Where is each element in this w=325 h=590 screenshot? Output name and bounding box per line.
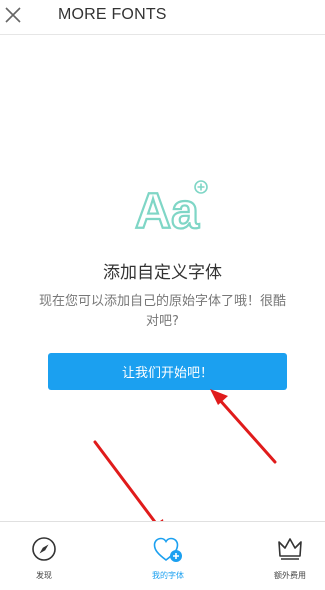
tab-discover-label: 发现 [36, 571, 52, 580]
tab-my-fonts[interactable]: 我的字体 [128, 536, 208, 584]
close-button[interactable] [0, 0, 26, 30]
bottom-tab-bar: 发现 我的字体 额外费用 [0, 521, 325, 590]
empty-state-heading: 添加自定义字体 [103, 263, 222, 283]
tab-premium-label: 额外费用 [274, 571, 306, 580]
empty-state-description: 现在您可以添加自己的原始字体了哦！很酷对吧? [38, 294, 286, 329]
font-logo-icon: Aa [134, 180, 208, 236]
svg-text:Aa: Aa [135, 183, 200, 236]
top-bar: MORE FONTS [0, 0, 325, 35]
get-started-button[interactable]: 让我们开始吧！ [48, 353, 287, 390]
tab-my-fonts-label: 我的字体 [152, 571, 184, 580]
heart-plus-icon [153, 537, 182, 562]
compass-icon [32, 537, 56, 561]
crown-icon [278, 538, 302, 560]
annotation-arrow-cta [210, 389, 277, 464]
tab-discover[interactable]: 发现 [4, 536, 84, 584]
tab-premium[interactable]: 额外费用 [250, 536, 325, 584]
page-title: MORE FONTS [58, 6, 167, 23]
close-icon [5, 7, 21, 23]
